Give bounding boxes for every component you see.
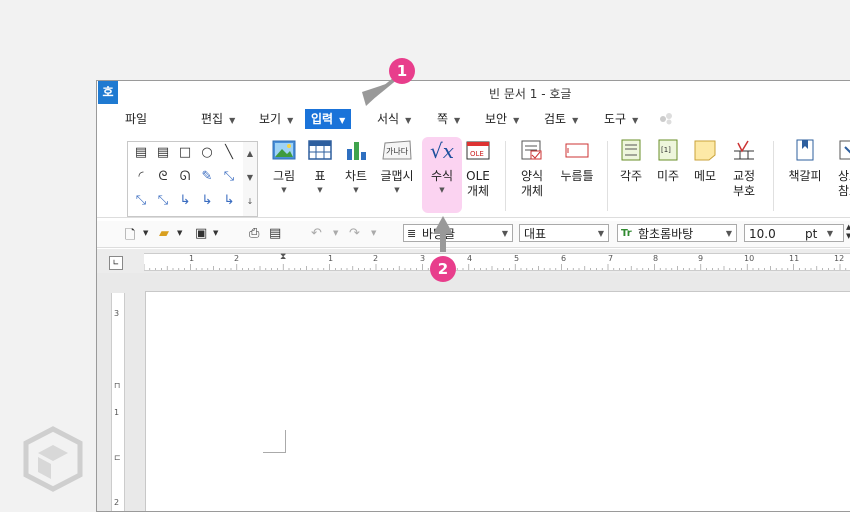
step-badge-1: 1 xyxy=(389,58,415,84)
step-badge-2: 2 xyxy=(430,256,456,282)
arrow-line xyxy=(440,232,446,252)
annotation-overlay xyxy=(362,76,453,252)
arrow-icon xyxy=(433,216,453,234)
